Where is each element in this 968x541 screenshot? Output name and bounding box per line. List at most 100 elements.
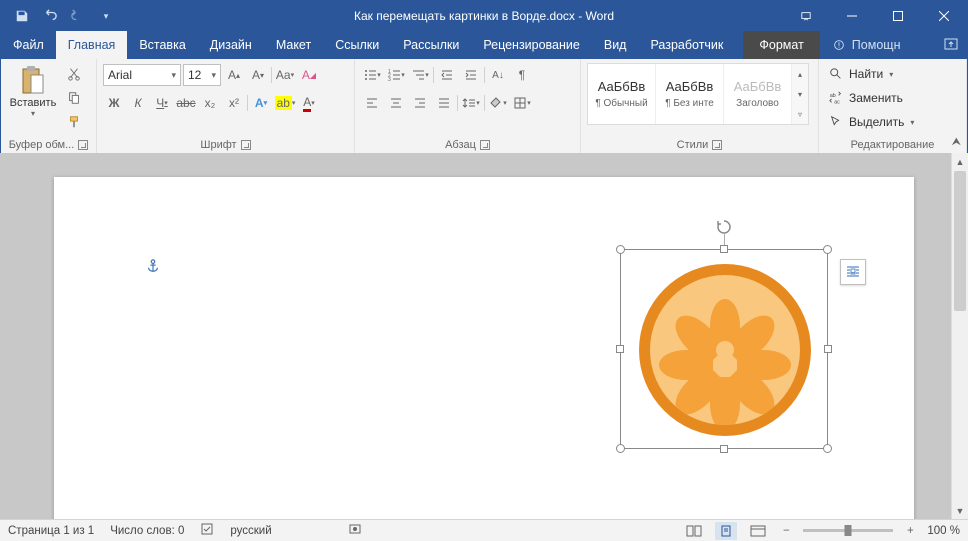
styles-gallery[interactable]: АаБбВв¶ Обычный АаБбВв¶ Без инте АаБбВвЗ… [587,63,809,125]
select-button[interactable]: Выделить▾ [825,111,918,133]
resize-handle-se[interactable] [823,444,832,453]
copy-button[interactable] [63,87,85,109]
zoom-out-button[interactable]: − [779,525,793,537]
format-painter-button[interactable] [63,111,85,133]
close-button[interactable] [921,1,967,31]
show-marks-button[interactable]: ¶ [511,64,533,86]
font-size-combo[interactable]: 12▾ [183,64,221,86]
grow-font-button[interactable]: A▴ [223,64,245,86]
tell-me-search[interactable]: Помощн [832,31,901,59]
styles-more-button[interactable]: ▴▾▿ [792,64,808,124]
style-normal[interactable]: АаБбВв¶ Обычный [588,64,656,124]
word-count[interactable]: Число слов: 0 [110,525,184,537]
shrink-font-button[interactable]: A▾ [247,64,269,86]
tab-file[interactable]: Файл [1,31,56,59]
proofing-button[interactable] [200,522,214,539]
paste-button[interactable]: Вставить ▾ [7,63,59,120]
layout-options-button[interactable] [840,259,866,285]
resize-handle-s[interactable] [720,445,728,453]
bullets-button[interactable]: ▾ [361,64,383,86]
align-center-button[interactable] [385,92,407,114]
style-no-spacing[interactable]: АаБбВв¶ Без инте [656,64,724,124]
read-mode-button[interactable] [683,522,705,540]
qat-customize-button[interactable]: ▾ [93,3,119,29]
align-justify-button[interactable] [433,92,455,114]
line-spacing-button[interactable]: ▾ [460,92,482,114]
page-status[interactable]: Страница 1 из 1 [8,525,94,537]
align-right-button[interactable] [409,92,431,114]
macro-button[interactable] [348,522,362,539]
minimize-button[interactable] [829,1,875,31]
web-layout-button[interactable] [747,522,769,540]
tab-layout[interactable]: Макет [264,31,323,59]
find-button[interactable]: Найти▾ [825,63,918,85]
zoom-slider-thumb[interactable] [845,525,852,536]
scroll-up-button[interactable]: ▲ [952,153,968,170]
collapse-ribbon-button[interactable]: ⮝ [952,136,961,149]
scroll-down-button[interactable]: ▼ [952,502,968,519]
sort-button[interactable]: A↓ [487,64,509,86]
text-effects-button[interactable]: A▾ [250,92,272,114]
print-layout-button[interactable] [715,522,737,540]
font-dialog-launcher[interactable] [241,140,251,150]
decrease-indent-button[interactable] [436,64,458,86]
font-name-combo[interactable]: Arial▾ [103,64,181,86]
share-button[interactable] [943,36,959,55]
subscript-button[interactable]: x₂ [199,92,221,114]
tab-format[interactable]: Формат [743,31,819,59]
ribbon: Вставить ▾ Буфер обм... Arial▾ 12▾ A▴ A▾… [1,59,967,154]
paragraph-dialog-launcher[interactable] [480,140,490,150]
resize-handle-e[interactable] [824,345,832,353]
tab-view[interactable]: Вид [592,31,639,59]
group-font: Arial▾ 12▾ A▴ A▾ Aa▾ A◢ Ж К Ч▾ abc x₂ x²… [97,59,355,153]
undo-button[interactable] [37,3,63,29]
cut-button[interactable] [63,63,85,85]
font-color-button[interactable]: A▾ [298,92,320,114]
tab-home[interactable]: Главная [56,31,128,59]
save-button[interactable] [9,3,35,29]
image-selection[interactable] [620,249,828,449]
vertical-scrollbar[interactable]: ▲ ▼ [951,153,968,519]
document-area[interactable]: ▲ ▼ [0,153,968,519]
styles-dialog-launcher[interactable] [712,140,722,150]
borders-button[interactable]: ▾ [511,92,533,114]
zoom-in-button[interactable]: + [903,525,917,537]
multilevel-button[interactable]: ▾ [409,64,431,86]
tab-insert[interactable]: Вставка [127,31,197,59]
language-status[interactable]: русский [230,525,271,537]
inserted-image[interactable] [639,264,811,436]
tab-mailings[interactable]: Рассылки [391,31,471,59]
tab-references[interactable]: Ссылки [323,31,391,59]
maximize-button[interactable] [875,1,921,31]
clear-format-button[interactable]: A◢ [298,64,320,86]
tab-review[interactable]: Рецензирование [471,31,592,59]
tab-developer[interactable]: Разработчик [638,31,735,59]
rotate-handle[interactable] [715,218,733,241]
resize-handle-nw[interactable] [616,245,625,254]
shading-button[interactable]: ▾ [487,92,509,114]
italic-button[interactable]: К [127,92,149,114]
numbering-button[interactable]: 123▾ [385,64,407,86]
scroll-thumb[interactable] [954,171,966,311]
tab-design[interactable]: Дизайн [198,31,264,59]
replace-button[interactable]: abacЗаменить [825,87,918,109]
resize-handle-w[interactable] [616,345,624,353]
change-case-button[interactable]: Aa▾ [274,64,296,86]
clipboard-dialog-launcher[interactable] [78,140,88,150]
zoom-level[interactable]: 100 % [927,525,960,537]
resize-handle-ne[interactable] [823,245,832,254]
bold-button[interactable]: Ж [103,92,125,114]
strike-button[interactable]: abc [175,92,197,114]
resize-handle-n[interactable] [720,245,728,253]
align-left-button[interactable] [361,92,383,114]
resize-handle-sw[interactable] [616,444,625,453]
zoom-slider[interactable] [803,529,893,532]
increase-indent-button[interactable] [460,64,482,86]
style-heading1[interactable]: АаБбВвЗаголово [724,64,792,124]
document-page[interactable] [54,177,914,519]
superscript-button[interactable]: x² [223,92,245,114]
highlight-button[interactable]: ab▾ [274,92,296,114]
underline-button[interactable]: Ч▾ [151,92,173,114]
redo-button[interactable] [65,3,91,29]
ribbon-options-button[interactable] [783,1,829,31]
